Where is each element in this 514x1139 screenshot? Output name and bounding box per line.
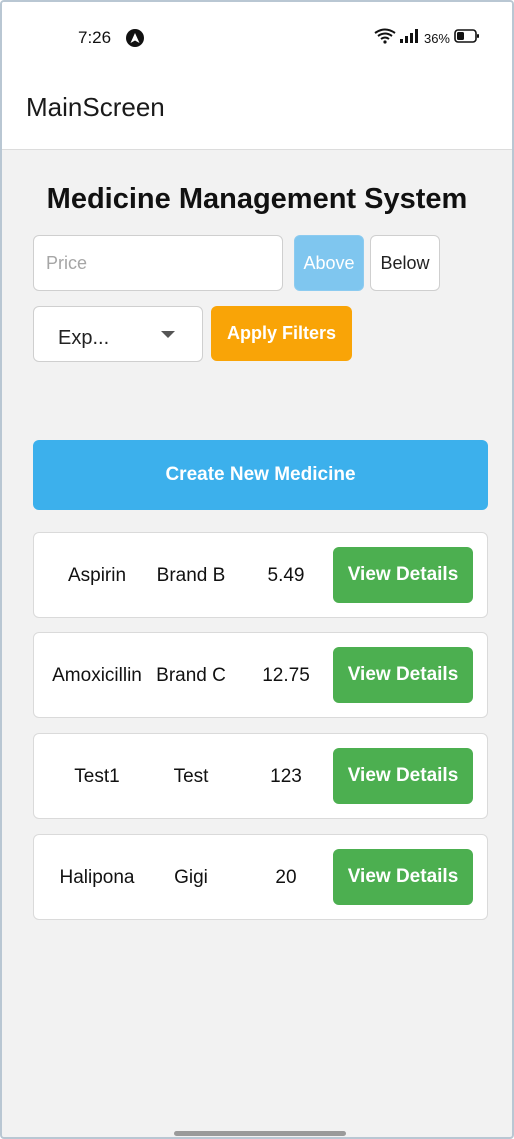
medicine-card: Test1 Test 123 View Details [33, 733, 488, 819]
medicine-price: 123 [270, 765, 302, 787]
app-bar: MainScreen [2, 72, 512, 150]
view-details-button[interactable]: View Details [333, 647, 473, 703]
medicine-price: 20 [275, 866, 297, 888]
view-details-button[interactable]: View Details [333, 547, 473, 603]
medicine-price: 12.75 [262, 664, 310, 686]
medicine-name: Aspirin [67, 564, 127, 586]
create-medicine-button[interactable]: Create New Medicine [33, 440, 488, 510]
home-indicator[interactable] [174, 1131, 346, 1136]
filter-dropdown[interactable]: Exp... [33, 306, 203, 362]
below-button[interactable]: Below [370, 235, 440, 291]
medicine-name: Test1 [74, 765, 120, 787]
wifi-icon [374, 28, 396, 49]
status-bar: 7:26 36% [2, 2, 512, 72]
status-time: 7:26 [78, 28, 112, 47]
page-title: Medicine Management System [46, 183, 468, 215]
medicine-brand: Gigi [174, 866, 208, 888]
above-button[interactable]: Above [294, 235, 364, 291]
apply-filters-button[interactable]: Apply Filters [211, 306, 352, 361]
battery-icon [454, 29, 480, 48]
medicine-name: Amoxicillin [52, 664, 142, 686]
medicine-name: Halipona [59, 866, 135, 888]
chevron-down-icon [161, 331, 175, 338]
medicine-price: 5.49 [267, 564, 305, 586]
medicine-brand: Test [173, 765, 209, 787]
navigation-icon [126, 29, 144, 47]
view-details-button[interactable]: View Details [333, 748, 473, 804]
medicine-brand: Brand C [156, 664, 226, 686]
battery-percent: 36% [423, 31, 450, 46]
medicine-card: Aspirin Brand B 5.49 View Details [33, 532, 488, 618]
app-bar-title: MainScreen [26, 92, 165, 122]
medicine-brand: Brand B [156, 564, 226, 586]
signal-icon [399, 29, 420, 48]
app-frame: 7:26 36% MainScreen Medicine Management … [0, 0, 514, 1139]
dropdown-selected-value: Exp... [58, 327, 110, 349]
price-input[interactable] [33, 235, 283, 291]
view-details-button[interactable]: View Details [333, 849, 473, 905]
medicine-card: Amoxicillin Brand C 12.75 View Details [33, 632, 488, 718]
status-icons: 36% [374, 28, 480, 49]
medicine-card: Halipona Gigi 20 View Details [33, 834, 488, 920]
